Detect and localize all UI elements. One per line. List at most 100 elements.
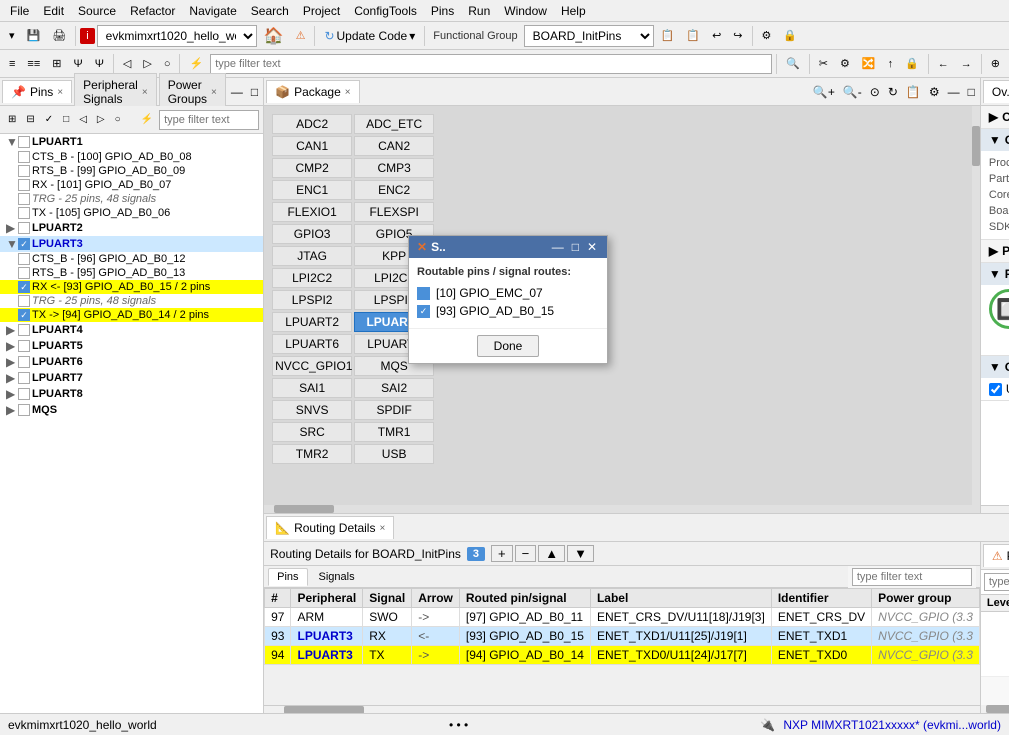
tx94-check[interactable]: ✓ (18, 309, 30, 321)
pkg-cell-enc1[interactable]: ENC1 (272, 180, 352, 200)
tree-rx93[interactable]: ✓ RX <- [93] GPIO_AD_B0_15 / 2 pins (0, 280, 263, 294)
config-project-header[interactable]: ▶ Project (981, 240, 1009, 262)
problems-hscroll[interactable] (981, 705, 1009, 713)
toolbar-new[interactable]: ▾ (4, 26, 20, 45)
pkg-settings[interactable]: ⚙ (926, 84, 943, 100)
pkg-cell-src[interactable]: SRC (272, 422, 352, 442)
tree-trg25a[interactable]: TRG - 25 pins, 48 signals (0, 192, 263, 206)
toolbar-settings[interactable]: ⚙ (757, 26, 777, 45)
toolbar-lock[interactable]: 🔒 (778, 26, 802, 45)
project-select[interactable]: evkmimxrt1020_hello_world (97, 25, 257, 47)
toolbar-save[interactable]: 💾 (22, 26, 46, 45)
lpuart6-arrow[interactable]: ▶ (6, 355, 18, 369)
pkg-cell-flexio[interactable]: FLEXIO1 (272, 202, 352, 222)
t2-btn1[interactable]: ≡ (4, 55, 20, 73)
t2-btn2[interactable]: ≡≡ (22, 55, 45, 73)
menu-help[interactable]: Help (555, 2, 592, 20)
lpuart2-arrow[interactable]: ▶ (6, 221, 18, 235)
pkg-cell-can1[interactable]: CAN1 (272, 136, 352, 156)
tree-lpuart5[interactable]: ▶ LPUART5 (0, 338, 263, 354)
lpuart5-check[interactable] (18, 340, 30, 352)
t2-btn12[interactable]: 🔀 (857, 54, 881, 73)
tree-rx101[interactable]: RX - [101] GPIO_AD_B0_07 (0, 178, 263, 192)
filter-expand-all[interactable]: ⊞ (4, 112, 20, 127)
menu-pins[interactable]: Pins (425, 2, 460, 20)
config-hw-header[interactable]: ▼ Configuration - HW Info (981, 129, 1009, 151)
lpuart7-check[interactable] (18, 372, 30, 384)
lpuart3-arrow[interactable]: ▼ (6, 237, 18, 251)
trg25b-check[interactable] (18, 295, 30, 307)
routing-hscroll-thumb[interactable] (284, 706, 364, 713)
gencode-checkbox[interactable] (989, 383, 1002, 396)
routing-filter-input[interactable] (852, 568, 972, 586)
home-btn[interactable]: 🏠 (259, 23, 289, 49)
filter-btn4[interactable]: ○ (111, 112, 125, 127)
toolbar-paste[interactable]: 📋 (681, 26, 705, 45)
pkg-cell-jtag[interactable]: JTAG (272, 246, 352, 266)
menu-navigate[interactable]: Navigate (183, 2, 242, 20)
rx93-check[interactable]: ✓ (18, 281, 30, 293)
pkg-cell-nvcc[interactable]: NVCC_GPIO1 (272, 356, 352, 376)
subtab-pins[interactable]: Pins (268, 568, 307, 586)
pkg-cell-tmr2[interactable]: TMR2 (272, 444, 352, 464)
tree-cts100[interactable]: CTS_B - [100] GPIO_AD_B0_08 (0, 150, 263, 164)
toolbar-info[interactable]: i (80, 28, 94, 44)
tree-filter-input[interactable] (159, 110, 259, 130)
t2-btn5[interactable]: Ψ (90, 55, 109, 73)
toolbar-copy[interactable]: 📋 (656, 26, 680, 45)
tree-rts95[interactable]: RTS_B - [95] GPIO_AD_B0_13 (0, 266, 263, 280)
t2-btn13[interactable]: ↑ (883, 55, 899, 73)
peripheral-tab-close[interactable]: × (142, 87, 148, 98)
config-general-header[interactable]: ▶ Configuration - General Info (981, 106, 1009, 128)
down-routing-btn[interactable]: ▼ (567, 545, 594, 562)
power-groups-tab-close[interactable]: × (211, 87, 217, 98)
lpuart1-arrow[interactable]: ▼ (6, 135, 18, 149)
dialog-done-btn[interactable]: Done (477, 335, 540, 357)
pkg-cell-lpspi2[interactable]: LPSPI2 (272, 290, 352, 310)
dialog-maximize[interactable]: □ (570, 240, 581, 254)
up-routing-btn[interactable]: ▲ (538, 545, 565, 562)
pkg-cell-lpuart6[interactable]: LPUART6 (272, 334, 352, 354)
t2-btn9[interactable]: 🔍 (781, 54, 805, 73)
lpuart1-check[interactable] (18, 136, 30, 148)
trg25a-check[interactable] (18, 193, 30, 205)
dialog-check-1[interactable]: ✓ (417, 305, 430, 318)
rx101-check[interactable] (18, 179, 30, 191)
menu-edit[interactable]: Edit (37, 2, 70, 20)
pkg-scroll-thumb-v[interactable] (972, 126, 980, 166)
tree-cts96[interactable]: CTS_B - [96] GPIO_AD_B0_12 (0, 252, 263, 266)
tab-routing[interactable]: 📐 Routing Details × (266, 516, 394, 539)
mqs-check[interactable] (18, 404, 30, 416)
tab-peripheral[interactable]: Peripheral Signals × (74, 73, 157, 110)
t2-btn7[interactable]: ▷ (138, 54, 156, 73)
rts95-check[interactable] (18, 267, 30, 279)
toolbar-filter-input[interactable] (210, 54, 772, 74)
pkg-cell-cmp3[interactable]: CMP3 (354, 158, 434, 178)
t2-btn8[interactable]: ○ (159, 55, 176, 73)
pkg-scrollbar-v[interactable] (972, 106, 980, 513)
pkg-cell-snvs[interactable]: SNVS (272, 400, 352, 420)
t2-flash[interactable]: ⚡ (184, 54, 208, 73)
t2-btn15[interactable]: ← (933, 55, 954, 73)
lpuart8-check[interactable] (18, 388, 30, 400)
cts100-check[interactable] (18, 151, 30, 163)
tree-mqs[interactable]: ▶ MQS (0, 402, 263, 418)
menu-configtools[interactable]: ConfigTools (348, 2, 423, 20)
lpuart6-check[interactable] (18, 356, 30, 368)
dialog-close[interactable]: ✕ (585, 240, 599, 254)
menu-search[interactable]: Search (245, 2, 295, 20)
routing-hscroll[interactable] (264, 705, 980, 713)
t2-btn11[interactable]: ⚙ (835, 54, 855, 73)
minimize-left[interactable]: — (228, 84, 246, 100)
pkg-cell-enc2[interactable]: ENC2 (354, 180, 434, 200)
pkg-cell-gpio3[interactable]: GPIO3 (272, 224, 352, 244)
pkg-zoom-in[interactable]: 🔍+ (810, 84, 838, 100)
tree-lpuart8[interactable]: ▶ LPUART8 (0, 386, 263, 402)
tree-lpuart7[interactable]: ▶ LPUART7 (0, 370, 263, 386)
filter-btn2[interactable]: ◁ (75, 112, 91, 127)
pkg-cell-sai2[interactable]: SAI2 (354, 378, 434, 398)
pkg-copy2[interactable]: 📋 (903, 84, 924, 100)
pkg-cell-cmp2[interactable]: CMP2 (272, 158, 352, 178)
filter-collapse-all[interactable]: ⊟ (22, 112, 38, 127)
mqs-arrow[interactable]: ▶ (6, 403, 18, 417)
